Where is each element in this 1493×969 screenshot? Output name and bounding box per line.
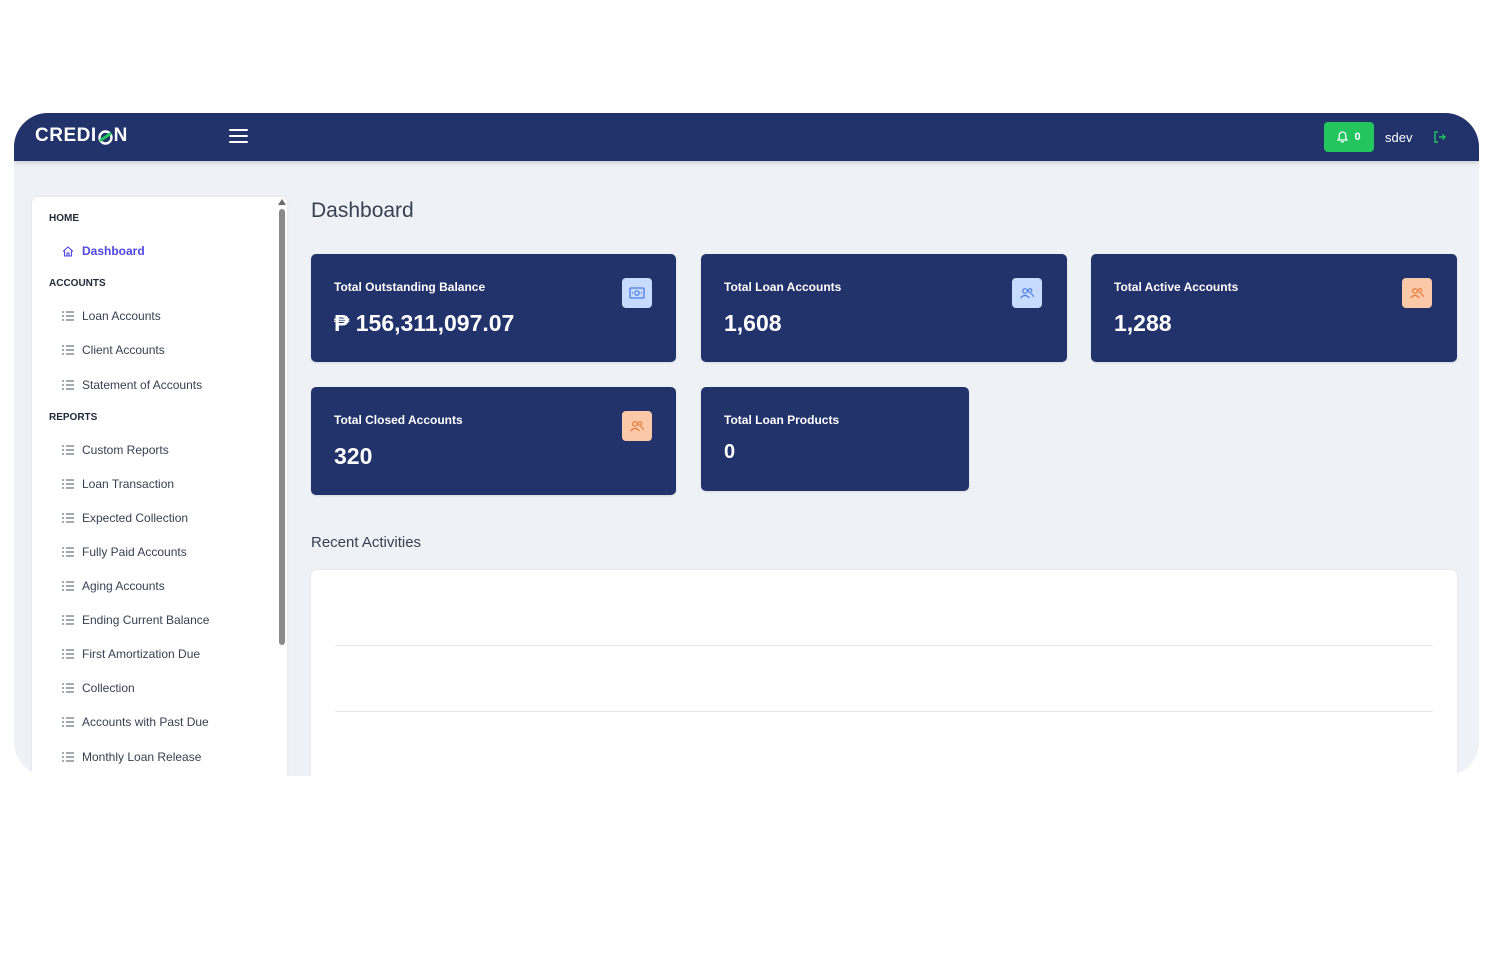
sidebar-item-loan-accounts[interactable]: Loan Accounts [62, 307, 161, 325]
sidebar-item-label: Client Accounts [82, 343, 165, 357]
recent-activities-panel [311, 570, 1457, 776]
sidebar-item-loan-transaction[interactable]: Loan Transaction [62, 475, 174, 493]
card-total-active-accounts: Total Active Accounts 1,288 [1091, 254, 1457, 362]
money-icon [622, 278, 652, 308]
sidebar-item-ending-current-balance[interactable]: Ending Current Balance [62, 611, 209, 629]
sidebar-item-client-accounts[interactable]: Client Accounts [62, 341, 165, 359]
list-icon [62, 752, 74, 762]
sidebar-item-label: Loan Transaction [82, 477, 175, 491]
notification-count: 0 [1354, 131, 1361, 143]
brand-name-right: N [113, 125, 128, 146]
sidebar-item-label: Custom Reports [82, 443, 169, 457]
card-value: 1,288 [1114, 310, 1172, 336]
card-total-loan-products: Total Loan Products 0 [701, 387, 969, 491]
list-icon [62, 445, 74, 455]
sidebar-item-label: Monthly Loan Release [82, 750, 202, 764]
users-icon [1012, 278, 1042, 308]
page-title: Dashboard [311, 199, 414, 222]
list-icon [62, 581, 74, 591]
app-window: CREDI N 0 sdev HOME Dashboard ACCOUNTS L… [14, 113, 1479, 776]
brand-logo[interactable]: CREDI N [35, 125, 128, 147]
sidebar-item-label: Accounts with Past Due [82, 715, 209, 729]
sidebar-item-expected-collection[interactable]: Expected Collection [62, 509, 188, 527]
card-value: ₱ 156,311,097.07 [334, 310, 515, 336]
sidebar-item-label: Statement of Accounts [82, 378, 203, 392]
card-total-outstanding-balance: Total Outstanding Balance ₱ 156,311,097.… [311, 254, 676, 362]
list-icon [62, 547, 74, 557]
card-total-loan-accounts: Total Loan Accounts 1,608 [701, 254, 1067, 362]
sidebar-section-accounts: ACCOUNTS [49, 278, 106, 289]
sidebar-item-monthly-loan-release[interactable]: Monthly Loan Release [62, 748, 201, 766]
activity-divider [335, 645, 1433, 646]
sidebar-section-home: HOME [49, 213, 79, 224]
sidebar: HOME Dashboard ACCOUNTS Loan Accounts Cl… [32, 197, 287, 776]
top-navbar: CREDI N 0 sdev [14, 113, 1479, 161]
activity-divider [335, 711, 1433, 712]
list-icon [62, 380, 74, 390]
sidebar-item-label: Expected Collection [82, 511, 189, 525]
list-icon [62, 683, 74, 693]
recent-activities-title: Recent Activities [311, 534, 422, 551]
username-label[interactable]: sdev [1385, 130, 1412, 145]
sidebar-item-label: First Amortization Due [82, 647, 201, 661]
bell-icon [1337, 131, 1349, 143]
sidebar-item-fully-paid-accounts[interactable]: Fully Paid Accounts [62, 543, 187, 561]
card-label: Total Loan Accounts [724, 280, 842, 294]
sidebar-item-custom-reports[interactable]: Custom Reports [62, 441, 169, 459]
list-icon [62, 717, 74, 727]
card-value: 1,608 [724, 310, 782, 336]
sidebar-item-accounts-with-past-due[interactable]: Accounts with Past Due [62, 713, 209, 731]
users-icon [622, 411, 652, 441]
card-value: 0 [724, 441, 736, 463]
card-label: Total Loan Products [724, 413, 840, 427]
users-icon [1402, 278, 1432, 308]
sidebar-scrollbar-thumb[interactable] [279, 209, 285, 645]
sidebar-item-label: Fully Paid Accounts [82, 545, 187, 559]
home-icon [62, 245, 74, 257]
list-icon [62, 615, 74, 625]
notifications-button[interactable]: 0 [1324, 122, 1374, 152]
list-icon [62, 311, 74, 321]
list-icon [62, 479, 74, 489]
logout-icon[interactable] [1432, 129, 1448, 145]
sidebar-item-label: Loan Accounts [82, 309, 161, 323]
sidebar-item-label: Dashboard [82, 244, 145, 258]
sidebar-item-first-amortization-due[interactable]: First Amortization Due [62, 645, 200, 663]
menu-toggle-icon[interactable] [229, 129, 248, 145]
card-value: 320 [334, 443, 373, 469]
card-label: Total Outstanding Balance [334, 280, 486, 294]
scroll-up-arrow-icon[interactable] [278, 199, 286, 205]
sidebar-item-label: Collection [82, 681, 135, 695]
card-label: Total Closed Accounts [334, 413, 463, 427]
card-label: Total Active Accounts [1114, 280, 1239, 294]
card-total-closed-accounts: Total Closed Accounts 320 [311, 387, 676, 495]
sidebar-item-label: Ending Current Balance [82, 613, 210, 627]
sidebar-item-aging-accounts[interactable]: Aging Accounts [62, 577, 165, 595]
logo-mark-icon [97, 129, 113, 145]
list-icon [62, 649, 74, 659]
sidebar-item-label: Aging Accounts [82, 579, 165, 593]
brand-name-left: CREDI [35, 125, 97, 146]
sidebar-section-reports: REPORTS [49, 412, 98, 423]
list-icon [62, 513, 74, 523]
sidebar-item-collection[interactable]: Collection [62, 679, 135, 697]
list-icon [62, 345, 74, 355]
sidebar-item-statement-of-accounts[interactable]: Statement of Accounts [62, 376, 202, 394]
sidebar-item-dashboard[interactable]: Dashboard [62, 242, 145, 260]
